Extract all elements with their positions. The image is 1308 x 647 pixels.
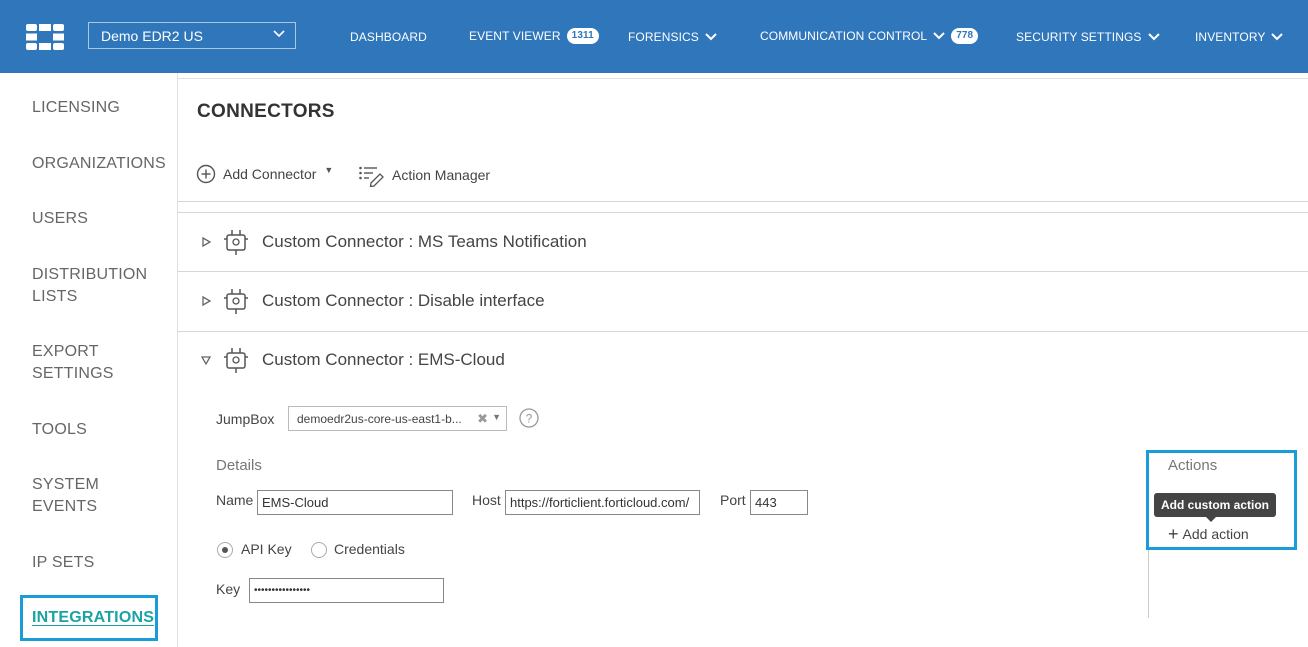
nav-communication-control-label: COMMUNICATION CONTROL [760, 29, 928, 43]
api-key-radio-label: API Key [241, 541, 292, 557]
host-label: Host [472, 492, 501, 508]
plug-connector-icon [224, 230, 248, 255]
chevron-down-icon [1147, 33, 1160, 41]
help-icon[interactable]: ? [519, 408, 539, 428]
api-key-radio[interactable] [217, 542, 233, 558]
list-top-divider [178, 212, 1308, 213]
nav-inventory-label: INVENTORY [1195, 30, 1266, 44]
connector-divider [178, 331, 1308, 332]
integrations-highlight-box [20, 595, 158, 641]
nav-forensics-label: FORENSICS [628, 30, 699, 44]
caret-down-icon: ▼ [492, 412, 501, 422]
nav-forensics[interactable]: FORENSICS [628, 30, 717, 44]
name-input[interactable]: EMS-Cloud [257, 490, 453, 515]
organization-select[interactable]: Demo EDR2 US [88, 22, 296, 49]
credentials-radio[interactable] [311, 542, 327, 558]
nav-security-settings-label: SECURITY SETTINGS [1016, 30, 1142, 44]
port-label: Port [720, 492, 746, 508]
svg-text:?: ? [526, 412, 533, 426]
connector-row-disable-interface[interactable]: Custom Connector : Disable interface [200, 287, 545, 315]
sidebar-item-users[interactable]: USERS [32, 208, 88, 230]
actions-highlight-box [1146, 450, 1297, 550]
key-label: Key [216, 581, 241, 597]
clear-icon[interactable]: ✖ [477, 411, 488, 427]
nav-dashboard[interactable]: DASHBOARD [350, 30, 427, 44]
name-label: Name [216, 492, 254, 508]
chevron-down-icon [273, 30, 285, 38]
nav-security-settings[interactable]: SECURITY SETTINGS [1016, 30, 1160, 44]
add-circle-icon [196, 164, 216, 184]
connector-name: Custom Connector : MS Teams Notification [262, 232, 587, 251]
collapse-triangle-icon[interactable] [200, 354, 212, 366]
nav-inventory[interactable]: INVENTORY [1195, 30, 1284, 44]
page-title: CONNECTORS [197, 101, 335, 122]
top-nav-bar: Demo EDR2 US DASHBOARD EVENT VIEWER 1311… [0, 0, 1308, 73]
credentials-radio-label: Credentials [334, 541, 405, 557]
action-manager-label: Action Manager [392, 167, 491, 183]
jumpbox-select-value: demoedr2us-core-us-east1-b... [297, 412, 462, 426]
communication-control-count-badge: 778 [951, 28, 979, 44]
connector-row-ems-cloud[interactable]: Custom Connector : EMS-Cloud [200, 346, 505, 374]
toolbar-divider [178, 201, 1308, 202]
details-section-label: Details [216, 457, 262, 474]
add-connector-label: Add Connector [223, 166, 317, 182]
sidebar-item-export-settings[interactable]: EXPORT SETTINGS [32, 341, 132, 385]
connector-row-ms-teams[interactable]: Custom Connector : MS Teams Notification [200, 228, 587, 256]
sidebar-item-distribution-lists[interactable]: DISTRIBUTION LISTS [32, 264, 162, 308]
sidebar-item-tools[interactable]: TOOLS [32, 419, 87, 441]
action-manager-icon [359, 166, 384, 187]
nav-event-viewer-label: EVENT VIEWER [469, 29, 561, 43]
add-connector-button[interactable]: Add Connector ▼ [196, 164, 333, 184]
plug-connector-icon [224, 289, 248, 314]
key-input[interactable]: •••••••••••••••• [249, 578, 444, 603]
connector-name: Custom Connector : EMS-Cloud [262, 350, 505, 369]
jumpbox-label: JumpBox [216, 411, 275, 427]
expand-triangle-icon[interactable] [200, 295, 212, 307]
port-input[interactable]: 443 [750, 490, 808, 515]
nav-event-viewer[interactable]: EVENT VIEWER 1311 [469, 28, 599, 44]
sidebar-item-ip-sets[interactable]: IP SETS [32, 552, 94, 574]
caret-down-icon: ▼ [324, 165, 334, 175]
sidebar-item-licensing[interactable]: LICENSING [32, 97, 120, 119]
event-viewer-count-badge: 1311 [566, 28, 599, 44]
nav-dashboard-label: DASHBOARD [350, 30, 427, 44]
connector-divider [178, 271, 1308, 272]
sidebar-item-system-events[interactable]: SYSTEM EVENTS [32, 474, 122, 518]
chevron-down-icon [705, 33, 717, 41]
main-top-divider [178, 78, 1308, 79]
organization-select-value: Demo EDR2 US [101, 28, 203, 44]
plug-connector-icon [224, 348, 248, 373]
nav-communication-control[interactable]: COMMUNICATION CONTROL 778 [760, 28, 979, 44]
chevron-down-icon [1271, 33, 1284, 41]
expand-triangle-icon[interactable] [200, 236, 212, 248]
sidebar-item-organizations[interactable]: ORGANIZATIONS [32, 153, 166, 175]
chevron-down-icon [933, 32, 945, 40]
connector-name: Custom Connector : Disable interface [262, 291, 545, 310]
fortinet-logo-icon[interactable] [26, 24, 64, 50]
host-input[interactable]: https://forticlient.forticloud.com/ [505, 490, 700, 515]
jumpbox-select[interactable]: demoedr2us-core-us-east1-b... ✖ ▼ [288, 406, 507, 431]
action-manager-button[interactable]: Action Manager [358, 163, 490, 187]
